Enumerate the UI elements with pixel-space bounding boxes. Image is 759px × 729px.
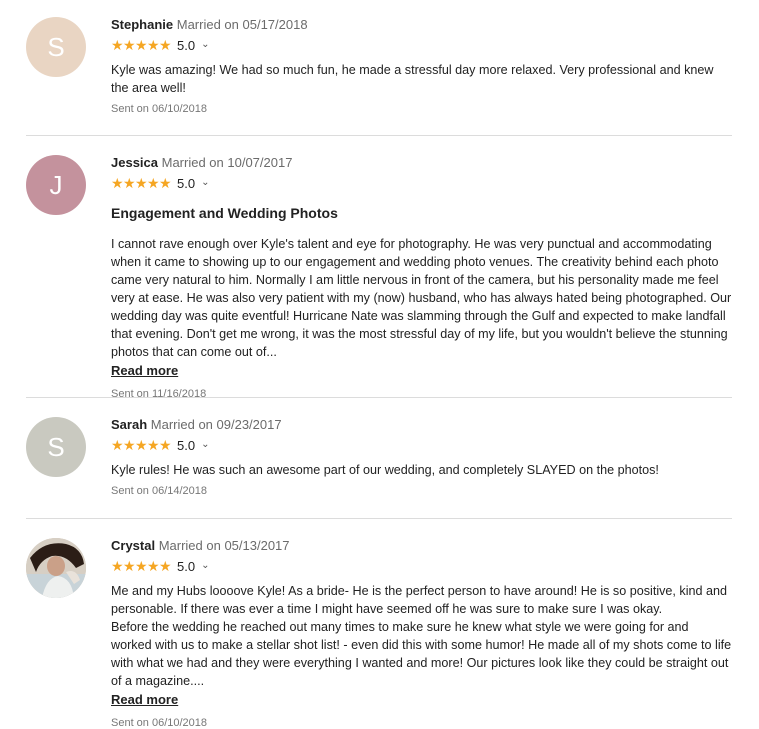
rating: ★ ★ ★ ★ ★ 5.0 ⌄ (111, 437, 732, 453)
star-icon: ★ (135, 558, 148, 574)
review-card: J Jessica Married on 10/07/2017 ★ ★ ★ ★ … (26, 136, 732, 400)
reviewer-name: Sarah (111, 417, 148, 432)
reviewer-line: Stephanie Married on 05/17/2018 (111, 17, 732, 33)
star-icon: ★ (123, 175, 136, 191)
star-icon: ★ (159, 175, 172, 191)
avatar-initial: S (47, 431, 65, 462)
rating: ★ ★ ★ ★ ★ 5.0 ⌄ (111, 175, 732, 191)
review-title: Engagement and Wedding Photos (111, 205, 338, 221)
read-more-link[interactable]: Read more (111, 363, 178, 378)
married-date: Married on 10/07/2017 (161, 155, 293, 170)
married-date: Married on 05/13/2017 (158, 538, 290, 553)
star-icon: ★ (135, 175, 148, 191)
chevron-down-icon[interactable]: ⌄ (201, 439, 209, 450)
star-icon: ★ (147, 175, 160, 191)
reviewer-line: Sarah Married on 09/23/2017 (111, 417, 732, 433)
star-icon: ★ (111, 175, 124, 191)
star-icon: ★ (147, 37, 160, 53)
rating: ★ ★ ★ ★ ★ 5.0 ⌄ (111, 558, 732, 574)
reviewer-line: Crystal Married on 05/13/2017 (111, 538, 732, 554)
avatar-initial: J (49, 169, 63, 200)
star-icon: ★ (123, 437, 136, 453)
rating-score[interactable]: 5.0 (177, 438, 195, 453)
rating: ★ ★ ★ ★ ★ 5.0 ⌄ (111, 37, 732, 53)
review-text: Kyle rules! He was such an awesome part … (111, 463, 659, 477)
star-icon: ★ (135, 437, 148, 453)
star-icon: ★ (147, 437, 160, 453)
avatar-initial: S (47, 31, 65, 62)
star-icon: ★ (159, 437, 172, 453)
star-rating: ★ ★ ★ ★ ★ (111, 558, 172, 574)
star-icon: ★ (111, 558, 124, 574)
star-icon: ★ (123, 558, 136, 574)
rating-score[interactable]: 5.0 (177, 38, 195, 53)
reviewer-name: Jessica (111, 155, 158, 170)
reviewer-name: Crystal (111, 538, 156, 553)
read-more-link[interactable]: Read more (111, 692, 178, 707)
review-text: Me and my Hubs loooove Kyle! As a bride-… (111, 584, 732, 688)
chevron-down-icon[interactable]: ⌄ (201, 560, 209, 571)
star-icon: ★ (111, 437, 124, 453)
chevron-down-icon[interactable]: ⌄ (201, 177, 209, 188)
star-icon: ★ (147, 558, 160, 574)
review-text: Kyle was amazing! We had so much fun, he… (111, 63, 714, 95)
avatar: J (26, 155, 86, 215)
married-date: Married on 05/17/2018 (176, 17, 308, 32)
star-icon: ★ (111, 37, 124, 53)
star-icon: ★ (159, 558, 172, 574)
profile-photo (26, 538, 86, 598)
review-text: I cannot rave enough over Kyle's talent … (111, 237, 732, 359)
sent-date: Sent on 06/10/2018 (111, 103, 208, 115)
avatar-photo (26, 538, 86, 598)
sent-date: Sent on 06/10/2018 (111, 717, 208, 729)
sent-date: Sent on 06/14/2018 (111, 485, 208, 497)
reviewer-name: Stephanie (111, 17, 174, 32)
review-card: S Stephanie Married on 05/17/2018 ★ ★ ★ … (26, 0, 732, 136)
review-card: S Sarah Married on 09/23/2017 ★ ★ ★ ★ ★ … (26, 398, 732, 519)
star-rating: ★ ★ ★ ★ ★ (111, 437, 172, 453)
avatar: S (26, 417, 86, 477)
star-icon: ★ (135, 37, 148, 53)
reviews-list: S Stephanie Married on 05/17/2018 ★ ★ ★ … (0, 0, 759, 729)
reviewer-line: Jessica Married on 10/07/2017 (111, 155, 732, 171)
married-date: Married on 09/23/2017 (150, 417, 282, 432)
chevron-down-icon[interactable]: ⌄ (201, 39, 209, 50)
star-icon: ★ (123, 37, 136, 53)
star-rating: ★ ★ ★ ★ ★ (111, 175, 172, 191)
star-rating: ★ ★ ★ ★ ★ (111, 37, 172, 53)
rating-score[interactable]: 5.0 (177, 176, 195, 191)
avatar: S (26, 17, 86, 77)
star-icon: ★ (159, 37, 172, 53)
rating-score[interactable]: 5.0 (177, 559, 195, 574)
review-card: Crystal Married on 05/13/2017 ★ ★ ★ ★ ★ … (26, 519, 732, 729)
